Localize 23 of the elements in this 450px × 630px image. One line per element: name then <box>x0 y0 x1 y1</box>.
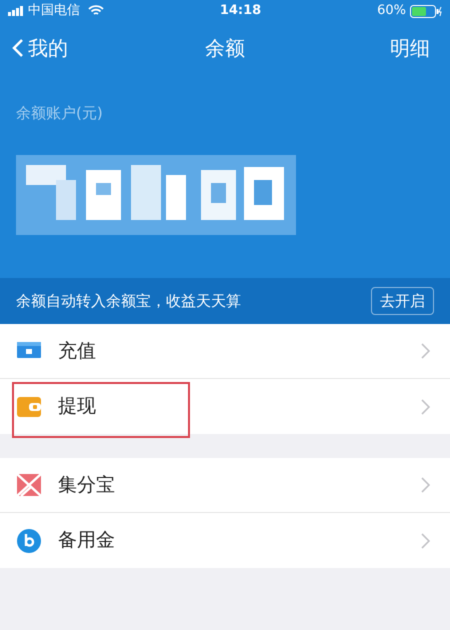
wifi-icon <box>88 5 104 17</box>
back-chevron-icon <box>12 38 24 58</box>
back-button[interactable]: 我的 <box>12 33 68 63</box>
signal-icon <box>8 6 24 16</box>
details-link[interactable]: 明细 <box>390 33 430 63</box>
battery-percent: 60% <box>377 2 406 20</box>
menu-item[interactable]: 充值 <box>0 324 450 379</box>
enable-button[interactable]: 去开启 <box>371 286 434 316</box>
chevron-icon <box>421 343 430 359</box>
menu-item[interactable]: 集分宝 <box>0 458 450 513</box>
page-title: 余额 <box>205 35 245 62</box>
battery-icon <box>410 4 442 18</box>
clock-time: 14:18 <box>220 2 262 20</box>
banner-text: 余额自动转入余额宝，收益天天算 <box>16 290 241 312</box>
balance-label: 余额账户(元) <box>16 103 104 124</box>
menu-item[interactable]: 提现 <box>0 379 450 434</box>
carrier-name: 中国电信 <box>28 2 80 20</box>
letter-b-circle-icon <box>16 528 42 554</box>
menu-item[interactable]: 备用金 <box>0 513 450 568</box>
chevron-icon <box>421 532 430 548</box>
chevron-icon <box>421 477 430 493</box>
envelope-icon <box>16 472 42 498</box>
chevron-icon <box>421 398 430 414</box>
